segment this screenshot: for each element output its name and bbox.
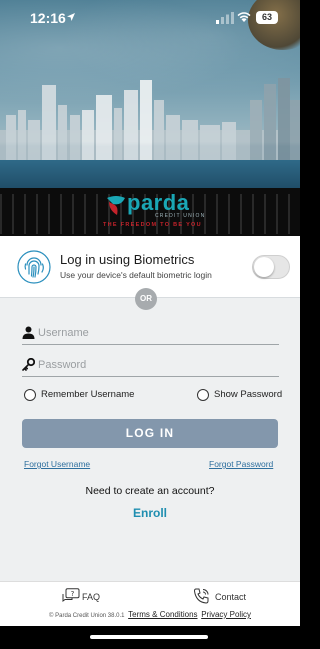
login-panel: Log in using Biometrics Use your device'…	[0, 236, 300, 581]
password-field	[22, 353, 279, 377]
privacy-link[interactable]: Privacy Policy	[201, 610, 251, 619]
parda-logo: parda CREDIT UNION THE FREEDOM TO BE YOU	[103, 190, 206, 232]
username-input[interactable]	[38, 323, 273, 343]
remember-username-label: Remember Username	[41, 389, 135, 400]
biometrics-subtitle: Use your device's default biometric logi…	[60, 270, 212, 280]
person-icon	[22, 326, 35, 339]
show-password-option[interactable]: Show Password	[197, 388, 287, 402]
svg-text:?: ?	[71, 590, 75, 598]
fingerprint-icon	[17, 250, 51, 284]
create-account-prompt: Need to create an account?	[85, 485, 215, 497]
or-divider-badge: OR	[135, 288, 157, 310]
username-field	[22, 321, 279, 345]
toggle-knob	[254, 257, 274, 277]
remember-username-option[interactable]: Remember Username	[24, 388, 144, 402]
brand-tagline: THE FREEDOM TO BE YOU	[103, 222, 202, 228]
legal-line: © Parda Credit Union 38.0.1 Terms & Cond…	[0, 610, 300, 619]
faq-chat-icon: ?	[62, 588, 80, 602]
parda-logo-mark-icon	[107, 196, 125, 215]
show-password-label: Show Password	[214, 389, 283, 400]
biometrics-toggle[interactable]	[252, 255, 290, 279]
key-icon	[22, 358, 35, 371]
forgot-password-link[interactable]: Forgot Password	[209, 459, 273, 469]
show-password-radio[interactable]	[197, 389, 209, 401]
clock: 12:16	[30, 10, 66, 26]
river	[0, 160, 300, 190]
terms-link[interactable]: Terms & Conditions	[128, 610, 197, 619]
remember-username-radio[interactable]	[24, 389, 36, 401]
battery-indicator: 63	[256, 11, 278, 24]
enroll-link[interactable]: Enroll	[0, 506, 300, 520]
brand-subtitle: CREDIT UNION	[155, 213, 206, 219]
password-input[interactable]	[38, 355, 273, 375]
location-arrow-icon	[67, 13, 75, 21]
biometrics-title: Log in using Biometrics	[60, 252, 195, 267]
wifi-icon	[237, 12, 251, 22]
forgot-username-link[interactable]: Forgot Username	[24, 459, 90, 469]
phone-icon	[193, 588, 209, 604]
status-bar: 12:16 63	[0, 0, 300, 36]
footer: ? FAQ Contact © Parda Credit Union 38.0.…	[0, 581, 300, 626]
contact-label: Contact	[215, 592, 247, 602]
cellular-signal-icon	[216, 12, 234, 24]
home-indicator-area	[0, 626, 300, 649]
city-skyline	[0, 78, 300, 165]
login-button[interactable]: LOG IN	[22, 419, 278, 448]
copyright-text: © Parda Credit Union 38.0.1	[49, 613, 125, 619]
home-indicator[interactable]	[90, 635, 208, 639]
faq-label: FAQ	[82, 592, 101, 602]
